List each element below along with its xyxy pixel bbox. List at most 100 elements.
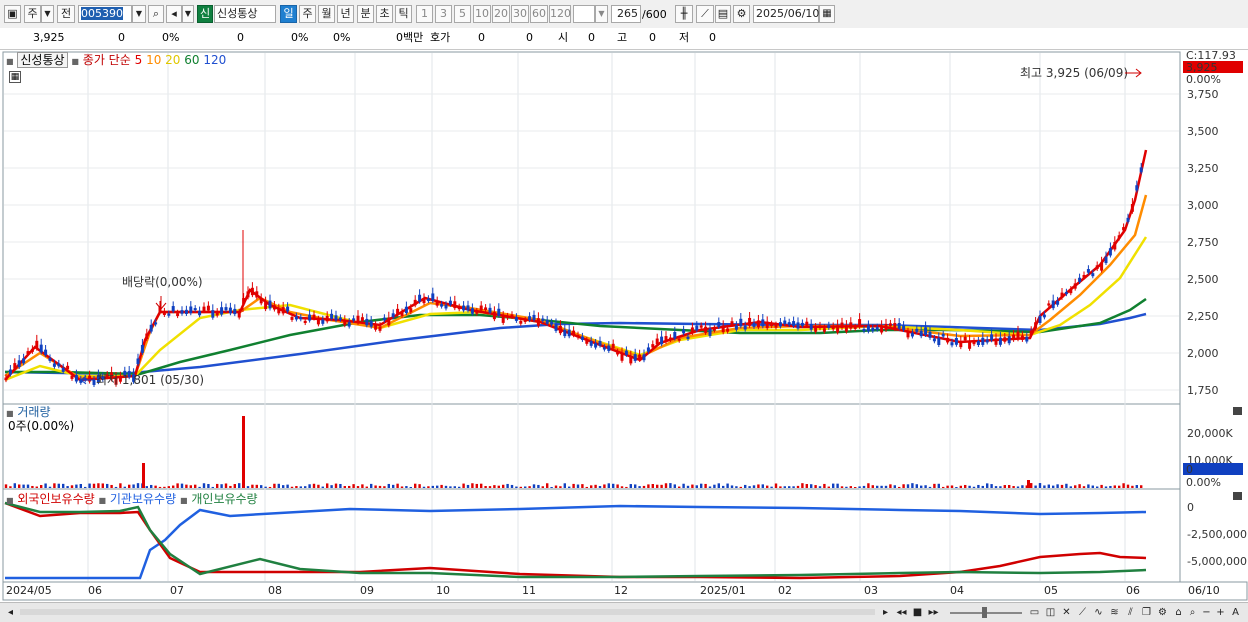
volume-title[interactable]: 거래량 [17, 405, 50, 419]
stock-tag[interactable]: 신성통상 [17, 52, 68, 68]
date-input[interactable]: 2025/06/10 [753, 5, 819, 23]
foreign-holdings-label[interactable]: 외국인보유수량 [17, 492, 94, 506]
interval-10[interactable]: 10 [473, 5, 491, 23]
candle-body [453, 301, 457, 309]
volume-bar [1069, 486, 1072, 488]
volume-bar [290, 486, 294, 488]
cross-icon[interactable]: ✕ [1060, 606, 1073, 619]
scroll-right-icon[interactable]: ▸ [879, 606, 892, 619]
zoom-slider-handle[interactable] [982, 607, 987, 618]
volume-bar [568, 486, 571, 488]
volume-bar [119, 483, 122, 488]
volume-value: 0 [237, 31, 244, 44]
volume-bar [57, 483, 60, 488]
chart-canvas[interactable]: 3,750 3,500 3,250 3,000 2,750 2,500 2,250 2,000… [0, 50, 1248, 602]
volume-bar [75, 484, 78, 488]
candle-body [52, 363, 56, 367]
candle-body [783, 320, 787, 325]
candle-body [48, 357, 52, 361]
channel-tool-icon[interactable]: ⫽ [1124, 606, 1137, 619]
interval-1[interactable]: 1 [416, 5, 433, 23]
candle-body [871, 327, 875, 332]
institution-holdings-label[interactable]: 기관보유수량 [110, 492, 176, 506]
candle-body [585, 340, 589, 344]
low-value: 0 [709, 31, 716, 44]
period-year[interactable]: 년 [337, 5, 354, 23]
interval-3[interactable]: 3 [435, 5, 452, 23]
candle-type-icon[interactable]: ╫ [675, 5, 693, 23]
volume-bar [845, 486, 848, 488]
volume-bar [748, 486, 751, 488]
candle-body [259, 298, 263, 304]
ma-5-label: 5 [134, 53, 143, 67]
draw-tool-icon[interactable]: ⟋ [696, 5, 714, 23]
custom-interval-dropdown-icon[interactable]: ▼ [595, 5, 608, 23]
volume-bar [1131, 485, 1134, 488]
candle-body [708, 328, 712, 336]
interval-60[interactable]: 60 [530, 5, 548, 23]
forward-icon[interactable]: ▸▸ [927, 606, 940, 619]
speaker-icon[interactable]: ◂ [166, 5, 182, 23]
lock-icon[interactable]: ⌂ [1172, 606, 1185, 619]
save-icon[interactable]: ▤ [715, 5, 731, 23]
settings-icon[interactable]: ⚙ [1156, 606, 1169, 619]
interval-20[interactable]: 20 [492, 5, 510, 23]
individual-holdings-label[interactable]: 개인보유수량 [191, 492, 257, 506]
period-tick[interactable]: 틱 [395, 5, 412, 23]
data-table-icon[interactable]: ▦ [9, 71, 21, 83]
candle-body [470, 308, 474, 314]
market-dropdown-icon[interactable]: ▼ [41, 5, 54, 23]
volume-bar [1104, 486, 1108, 488]
calendar-icon[interactable]: ▦ [819, 5, 835, 23]
interval-5[interactable]: 5 [454, 5, 471, 23]
volume-bar [638, 486, 641, 488]
rewind-icon[interactable]: ◂◂ [895, 606, 908, 619]
period-month[interactable]: 월 [318, 5, 335, 23]
custom-interval-input[interactable] [573, 5, 595, 23]
zoom-in-icon[interactable]: + [1214, 606, 1227, 619]
stop-icon[interactable]: ■ [911, 606, 924, 619]
period-minute[interactable]: 분 [357, 5, 374, 23]
count-input[interactable]: 265 [611, 5, 641, 23]
gear-icon[interactable]: ⚙ [733, 5, 750, 23]
period-week[interactable]: 주 [299, 5, 316, 23]
candle-body [717, 322, 721, 328]
current-price: 3,925 [33, 31, 65, 44]
zoom-out-icon[interactable]: − [1200, 606, 1213, 619]
scroll-track[interactable] [20, 609, 875, 615]
zoom-search-icon[interactable]: ⌕ [1186, 606, 1199, 619]
candle-body [888, 323, 892, 327]
font-size-icon[interactable]: A [1229, 606, 1242, 619]
x-label-06-10: 06/10 [1188, 584, 1220, 597]
volume-bar [1109, 485, 1112, 488]
candle-body [875, 327, 879, 330]
candle-body [629, 356, 633, 364]
stock-code-dropdown-icon[interactable]: ▼ [132, 5, 146, 23]
ma-title[interactable]: 종가 단순 [83, 53, 131, 67]
fib-tool-icon[interactable]: ≋ [1108, 606, 1121, 619]
scroll-left-icon[interactable]: ◂ [4, 606, 17, 619]
interval-30[interactable]: 30 [511, 5, 529, 23]
volume-bar [814, 485, 817, 488]
layout-split-icon[interactable]: ◫ [1044, 606, 1057, 619]
volume-bar [594, 484, 597, 488]
interval-120[interactable]: 120 [549, 5, 571, 23]
search-icon[interactable]: ⌕ [148, 5, 164, 23]
wave-tool-icon[interactable]: ∿ [1092, 606, 1105, 619]
period-second[interactable]: 초 [376, 5, 393, 23]
layout-icon[interactable]: ▭ [1028, 606, 1041, 619]
prev-stock-button[interactable]: 전 [57, 5, 75, 23]
speaker-dropdown-icon[interactable]: ▼ [182, 5, 194, 23]
volume-bar [506, 483, 509, 488]
x-label-07: 07 [170, 584, 184, 597]
period-day[interactable]: 일 [280, 5, 297, 23]
stock-code-input[interactable]: 005390 [78, 5, 132, 23]
market-select[interactable]: 주 [24, 5, 41, 23]
window-menu-icon[interactable]: ▣ [4, 5, 21, 23]
copy-icon[interactable]: ❐ [1140, 606, 1153, 619]
volume-bar [1087, 484, 1090, 488]
line-tool-icon[interactable]: ⟋ [1076, 606, 1089, 619]
ma-10-label: 10 [146, 53, 162, 67]
stock-name-field[interactable]: 신성통상 [214, 5, 276, 23]
volume-bar [986, 483, 989, 488]
